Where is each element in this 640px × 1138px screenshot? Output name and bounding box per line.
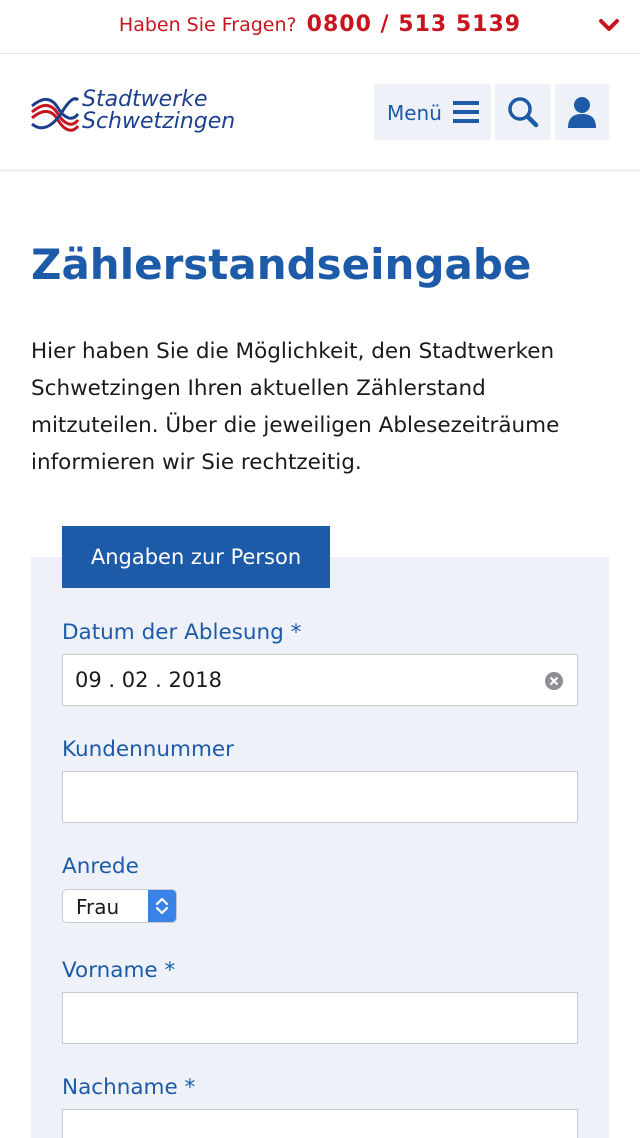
firstname-field[interactable] — [62, 992, 578, 1044]
site-header: Stadtwerke Schwetzingen Menü — [0, 54, 640, 172]
search-button[interactable] — [495, 84, 551, 140]
lastname-label: Nachname * — [62, 1075, 196, 1100]
customer-number-field[interactable] — [62, 771, 578, 823]
account-button[interactable] — [555, 84, 609, 140]
date-field[interactable]: 09 . 02 . 2018 — [62, 654, 578, 706]
contact-phone-link[interactable]: 0800 / 513 5139 — [307, 12, 521, 37]
clear-icon[interactable] — [544, 671, 564, 691]
page-title: Zählerstandseingabe — [31, 240, 532, 289]
date-value: 09 . 02 . 2018 — [75, 668, 222, 692]
salutation-label: Anrede — [62, 854, 139, 879]
logo[interactable]: Stadtwerke Schwetzingen — [30, 88, 240, 142]
select-arrows-icon — [148, 890, 176, 922]
salutation-select[interactable]: Frau — [62, 889, 177, 923]
intro-text: Hier haben Sie die Möglichkeit, den Stad… — [31, 339, 560, 475]
user-icon — [568, 97, 596, 128]
search-icon — [508, 97, 539, 128]
contact-question: Haben Sie Fragen? 0800 / 513 5139 — [0, 12, 640, 37]
menu-button[interactable]: Menü — [374, 84, 491, 140]
logo-waves-icon — [31, 97, 80, 132]
contact-bar: Haben Sie Fragen? 0800 / 513 5139 — [0, 0, 640, 54]
firstname-label: Vorname * — [62, 958, 176, 983]
contact-question-label: Haben Sie Fragen? — [118, 14, 297, 36]
date-label: Datum der Ablesung * — [62, 620, 302, 645]
hamburger-icon — [453, 101, 479, 123]
chevron-down-icon[interactable] — [598, 16, 620, 34]
tab-personal-data[interactable]: Angaben zur Person — [62, 526, 330, 588]
logo-text-line2: Schwetzingen — [82, 109, 236, 134]
menu-label: Menü — [387, 101, 442, 125]
customer-number-label: Kundennummer — [62, 737, 234, 762]
lastname-field[interactable] — [62, 1109, 578, 1138]
salutation-value: Frau — [76, 895, 120, 919]
